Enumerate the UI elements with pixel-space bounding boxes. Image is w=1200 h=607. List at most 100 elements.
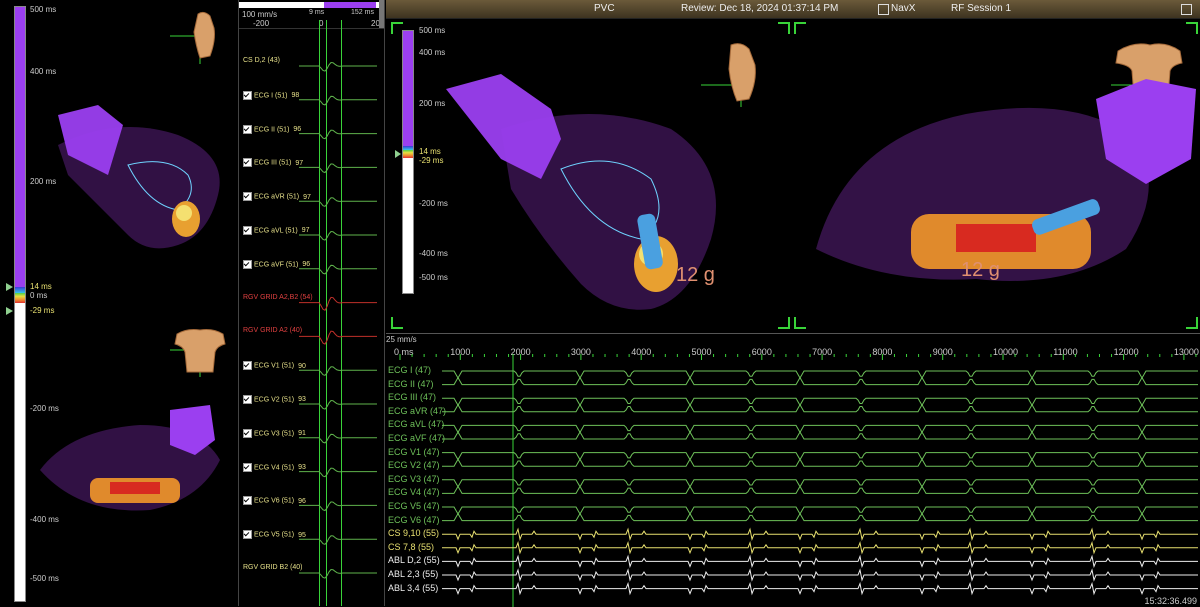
timeline-trace-line bbox=[442, 424, 1198, 434]
timeline-traces bbox=[399, 354, 1198, 607]
torso-orientation-icon[interactable] bbox=[170, 6, 230, 66]
timeline-trace-line bbox=[442, 430, 1198, 440]
timeline-trace-line bbox=[442, 370, 1198, 380]
mid-trace-line bbox=[299, 129, 377, 140]
timeline-trace-line bbox=[442, 403, 1198, 413]
signal-panel: 100 mm/s 9 ms 152 ms -200 0 20 CS D,2 (4… bbox=[238, 0, 385, 606]
activation-color-scale-right bbox=[402, 30, 414, 294]
timeline-speed: 25 mm/s bbox=[386, 335, 417, 344]
timeline-trace-line bbox=[442, 458, 1198, 467]
mid-trace-line bbox=[299, 230, 377, 241]
mid-trace-line bbox=[299, 568, 377, 579]
scale-label-m29: -29 ms bbox=[30, 306, 55, 315]
timeline-trace-label[interactable]: ECG V4 (47) bbox=[388, 487, 440, 497]
heart-map-lower-left[interactable] bbox=[30, 400, 230, 515]
mid-trace-line bbox=[299, 330, 377, 345]
mid-trace-line bbox=[299, 163, 377, 174]
scale-marker-bottom[interactable] bbox=[6, 307, 13, 315]
session-label: RF Session 1 bbox=[951, 3, 1012, 14]
scale-label-400: 400 ms bbox=[30, 67, 57, 76]
mid-trace-line bbox=[299, 264, 377, 275]
rscale-14: 14 ms bbox=[419, 147, 441, 156]
navx-icon bbox=[878, 4, 889, 15]
timeline-panel: 25 mm/s 0 ms 1000 2000 3000 4000 5000 6000 7000… bbox=[386, 333, 1200, 607]
timeline-trace-label[interactable]: ECG I (47) bbox=[388, 365, 431, 375]
mid-scrollbar[interactable] bbox=[379, 0, 384, 28]
mid-trace-line bbox=[299, 535, 377, 545]
view-corner-bl bbox=[391, 317, 403, 329]
scale-label-m500: -500 ms bbox=[30, 574, 59, 583]
pvc-indicator[interactable]: PVC bbox=[594, 3, 615, 14]
view-corner-bl2 bbox=[794, 317, 806, 329]
scale-label-m400: -400 ms bbox=[30, 515, 59, 524]
navx-label: NavX bbox=[891, 3, 916, 14]
mid-header: 100 mm/s 9 ms 152 ms -200 0 20 bbox=[239, 0, 384, 29]
mid-trace-line bbox=[299, 61, 377, 72]
timeline-trace-label[interactable]: CS 7,8 (55) bbox=[388, 542, 434, 552]
timeline-axis bbox=[399, 354, 1197, 360]
timeline-trace-label[interactable]: ABL D,2 (55) bbox=[388, 555, 440, 565]
mid-signal-traces bbox=[299, 61, 377, 579]
timeline-trace-line bbox=[442, 397, 1198, 407]
left-3d-panel: 500 ms 400 ms 200 ms 14 ms 0 ms -29 ms -… bbox=[0, 0, 237, 606]
mid-trace-line bbox=[299, 95, 377, 106]
timeline-trace-label[interactable]: ABL 2,3 (55) bbox=[388, 569, 438, 579]
view-corner-tr bbox=[778, 22, 790, 34]
timeline-trace-line bbox=[442, 506, 1198, 516]
mid-trace-line bbox=[299, 467, 377, 478]
timeline-trace-line bbox=[442, 376, 1198, 386]
rscale-400: 400 ms bbox=[419, 48, 446, 57]
right-scale-marker[interactable] bbox=[395, 150, 401, 158]
heart-map-right-b[interactable] bbox=[806, 79, 1200, 299]
mid-trace-line bbox=[299, 399, 377, 410]
rscale-500: 500 ms bbox=[419, 26, 446, 35]
timeline-trace-line bbox=[442, 479, 1198, 488]
timeline-trace-label[interactable]: ABL 3,4 (55) bbox=[388, 583, 438, 593]
timeline-trace-label[interactable]: ECG III (47) bbox=[388, 392, 436, 402]
scale-marker-top[interactable] bbox=[6, 283, 13, 291]
contact-force-label-b: 12 g bbox=[961, 259, 1000, 281]
scale-label-0: 0 ms bbox=[30, 291, 48, 300]
heart-map-upper-left[interactable] bbox=[28, 95, 228, 255]
timeline-trace-line bbox=[442, 568, 1198, 582]
contact-force-label-a: 12 g bbox=[676, 264, 715, 286]
timeline-trace-line bbox=[442, 452, 1198, 461]
timeline-trace-label[interactable]: CS 9,10 (55) bbox=[388, 528, 439, 538]
window-start: 9 ms bbox=[309, 9, 325, 16]
review-timestamp: Review: Dec 18, 2024 01:37:14 PM bbox=[681, 3, 839, 14]
time-tick-m200: -200 bbox=[253, 19, 270, 28]
mid-trace-line bbox=[299, 433, 377, 444]
timeline-trace-label[interactable]: ECG aVL (47) bbox=[388, 419, 444, 429]
timeline-trace-line bbox=[442, 581, 1198, 596]
timeline-trace-label[interactable]: ECG V1 (47) bbox=[388, 447, 440, 457]
timeline-trace-label[interactable]: ECG aVF (47) bbox=[388, 433, 445, 443]
review-topbar: PVC Review: Dec 18, 2024 01:37:14 PM Nav… bbox=[386, 0, 1200, 19]
mid-trace-line bbox=[299, 296, 377, 311]
session-clock: 15:32:36.499 bbox=[1144, 596, 1197, 606]
right-3d-view[interactable]: 500 ms 400 ms 200 ms 14 ms -29 ms -200 m… bbox=[386, 19, 1200, 333]
rscale-m29: -29 ms bbox=[419, 156, 444, 165]
timeline-trace-label[interactable]: ECG V2 (47) bbox=[388, 460, 440, 470]
timeline-trace-label[interactable]: ECG V3 (47) bbox=[388, 474, 440, 484]
timeline-trace-label[interactable]: ECG V5 (47) bbox=[388, 501, 440, 511]
mid-trace-line bbox=[299, 197, 377, 207]
view-corner-br2 bbox=[1186, 317, 1198, 329]
timeline-trace-line bbox=[442, 512, 1198, 522]
window-end: 152 ms bbox=[351, 9, 374, 16]
window-controls-icon[interactable] bbox=[1181, 4, 1192, 15]
timeline-trace-label[interactable]: ECG II (47) bbox=[388, 379, 434, 389]
sweep-speed: 100 mm/s bbox=[242, 10, 278, 19]
timeline-trace-line bbox=[442, 485, 1198, 494]
timeline-trace-label[interactable]: ECG aVR (47) bbox=[388, 406, 446, 416]
timeline-trace-line bbox=[442, 554, 1198, 569]
mid-trace-line bbox=[299, 366, 377, 376]
scale-label-500: 500 ms bbox=[30, 5, 57, 14]
view-corner-br bbox=[778, 317, 790, 329]
view-corner-tr2 bbox=[1186, 22, 1198, 34]
mid-trace-line bbox=[299, 501, 377, 512]
timeline-trace-line bbox=[442, 527, 1198, 541]
timeline-trace-label[interactable]: ECG V6 (47) bbox=[388, 515, 440, 525]
view-corner-tl2 bbox=[794, 22, 806, 34]
activation-color-scale bbox=[14, 6, 26, 602]
torso-orientation-icon-2[interactable] bbox=[165, 322, 235, 377]
